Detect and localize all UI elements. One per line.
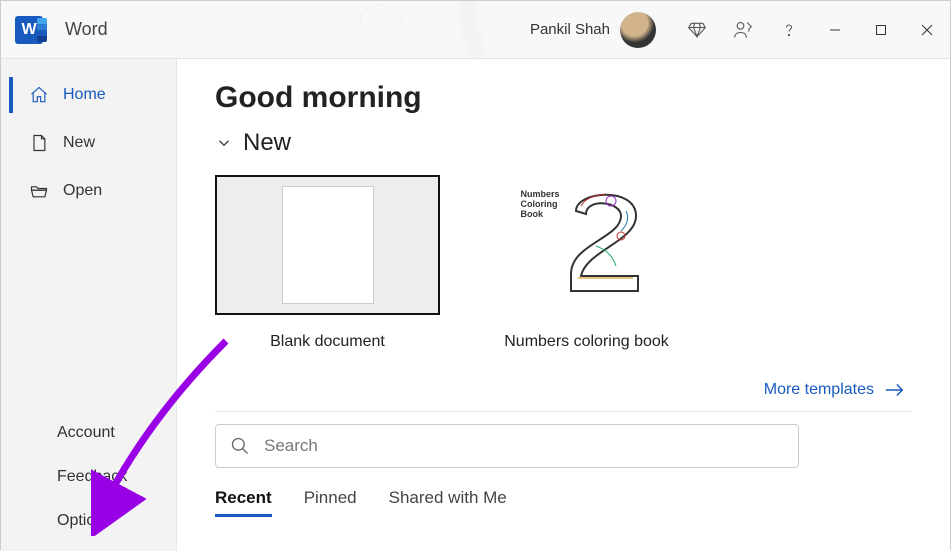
sidebar-item-label: Open bbox=[63, 182, 102, 200]
arrow-right-icon bbox=[884, 382, 906, 398]
new-section-header[interactable]: New bbox=[215, 129, 912, 157]
search-box[interactable] bbox=[215, 424, 799, 468]
diamond-icon[interactable] bbox=[674, 2, 720, 58]
sidebar-item-label: Home bbox=[63, 86, 106, 104]
more-templates-link[interactable]: More templates bbox=[764, 381, 906, 399]
home-icon bbox=[29, 85, 49, 105]
more-templates-label: More templates bbox=[764, 381, 874, 399]
new-section-title: New bbox=[243, 129, 291, 157]
tab-pinned[interactable]: Pinned bbox=[304, 488, 357, 517]
template-label: Numbers coloring book bbox=[504, 333, 669, 351]
main-content: Good morning New Blank document Numbers … bbox=[176, 59, 950, 551]
app-title: Word bbox=[65, 19, 108, 40]
number-2-art bbox=[563, 186, 649, 296]
search-icon bbox=[230, 436, 250, 456]
chevron-down-icon bbox=[215, 134, 233, 152]
user-name: Pankil Shah bbox=[530, 21, 610, 38]
document-tabs: Recent Pinned Shared with Me bbox=[215, 488, 912, 517]
template-thumbnail bbox=[215, 175, 440, 315]
template-list: Blank document Numbers Coloring Book bbox=[215, 175, 912, 351]
sidebar-item-label: New bbox=[63, 134, 95, 152]
sidebar-item-options[interactable]: Options bbox=[1, 499, 176, 543]
tab-shared-with-me[interactable]: Shared with Me bbox=[389, 488, 507, 517]
template-blank-document[interactable]: Blank document bbox=[215, 175, 440, 351]
title-bar: W Word Pankil Shah bbox=[1, 1, 950, 59]
close-button[interactable] bbox=[904, 2, 950, 58]
avatar[interactable] bbox=[620, 12, 656, 48]
template-cover-text: Numbers Coloring Book bbox=[517, 186, 563, 304]
sidebar-item-open[interactable]: Open bbox=[1, 167, 176, 215]
new-doc-icon bbox=[29, 133, 49, 153]
help-icon[interactable] bbox=[766, 2, 812, 58]
template-label: Blank document bbox=[270, 333, 385, 351]
tab-recent[interactable]: Recent bbox=[215, 488, 272, 517]
folder-open-icon bbox=[29, 181, 49, 201]
template-numbers-coloring-book[interactable]: Numbers Coloring Book bbox=[474, 175, 699, 351]
sidebar-item-account[interactable]: Account bbox=[1, 411, 176, 455]
user-account[interactable]: Pankil Shah bbox=[530, 12, 656, 48]
coming-soon-icon[interactable] bbox=[720, 2, 766, 58]
greeting-heading: Good morning bbox=[215, 81, 912, 115]
sidebar: Home New Open Account Feedback Options bbox=[1, 59, 176, 551]
search-input[interactable] bbox=[264, 436, 784, 456]
sidebar-item-feedback[interactable]: Feedback bbox=[1, 455, 176, 499]
sidebar-item-new[interactable]: New bbox=[1, 119, 176, 167]
minimize-button[interactable] bbox=[812, 2, 858, 58]
sidebar-item-home[interactable]: Home bbox=[1, 71, 176, 119]
template-thumbnail: Numbers Coloring Book bbox=[474, 175, 699, 315]
app-icon: W bbox=[15, 16, 43, 44]
maximize-button[interactable] bbox=[858, 2, 904, 58]
